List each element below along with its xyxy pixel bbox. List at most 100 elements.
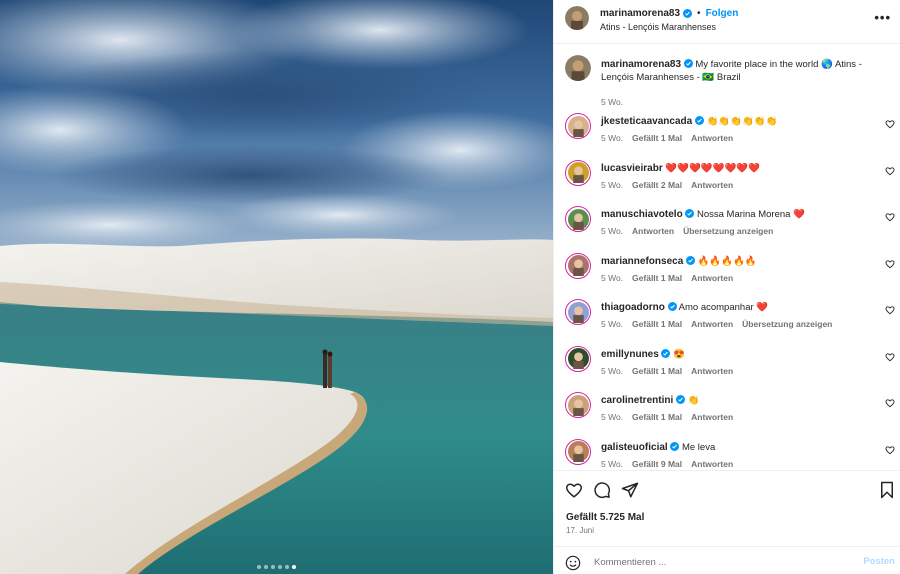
comment-username[interactable]: jkesteticaavancada bbox=[601, 116, 692, 127]
comment-like-count[interactable]: Gefällt 9 Mal bbox=[632, 459, 682, 469]
caption-meta: 5 Wo. bbox=[601, 97, 632, 107]
comment-icon[interactable] bbox=[593, 481, 611, 499]
comment-body: thiagoadorno Amo acompanhar ❤️ bbox=[601, 301, 876, 314]
comment-row: emillynunes 😍 5 Wo. Gefällt 1 Mal Antworten bbox=[554, 345, 900, 392]
reply-button[interactable]: Antworten bbox=[691, 273, 733, 283]
caption-avatar[interactable] bbox=[565, 55, 591, 81]
comment-body: lucasvieirabr ❤️❤️❤️❤️❤️❤️❤️❤️ bbox=[601, 162, 876, 175]
comment-text: ❤️❤️❤️❤️❤️❤️❤️❤️ bbox=[665, 162, 760, 174]
comment-time: 5 Wo. bbox=[601, 319, 624, 329]
comment-body: jkesteticaavancada 👏👏👏👏👏👏 bbox=[601, 115, 876, 128]
commenter-avatar[interactable] bbox=[565, 159, 591, 186]
comment-heart-icon[interactable] bbox=[885, 445, 895, 455]
share-icon[interactable] bbox=[621, 481, 639, 499]
comment-time: 5 Wo. bbox=[601, 179, 624, 190]
comment-like-count[interactable]: Gefällt 1 Mal bbox=[632, 366, 682, 376]
comment-meta: 5 Wo. Gefällt 1 Mal Antworten bbox=[601, 412, 742, 422]
translate-button[interactable]: Übersetzung anzeigen bbox=[742, 319, 832, 329]
bookmark-icon[interactable] bbox=[878, 481, 896, 499]
comments-list[interactable]: marinamorena83 My favorite place in the … bbox=[554, 45, 900, 470]
comment-meta: 5 Wo. Gefällt 9 Mal Antworten bbox=[601, 459, 742, 469]
comment-username[interactable]: galisteuoficial bbox=[601, 442, 668, 453]
emoji-icon[interactable] bbox=[565, 555, 581, 571]
reply-button[interactable]: Antworten bbox=[691, 319, 733, 329]
reply-button[interactable]: Antworten bbox=[691, 366, 733, 376]
comment-input[interactable] bbox=[594, 555, 834, 569]
caption-username[interactable]: marinamorena83 bbox=[601, 59, 681, 70]
comment-like-count[interactable]: Gefällt 2 Mal bbox=[632, 180, 682, 190]
comment-row: manuschiavotelo Nossa Marina Morena ❤️ 5 … bbox=[554, 206, 900, 252]
separator: • bbox=[697, 8, 701, 19]
comment-like-count[interactable]: Gefällt 1 Mal bbox=[632, 412, 682, 422]
comment-like-count[interactable]: Gefällt 1 Mal bbox=[632, 133, 682, 143]
reply-button[interactable]: Antworten bbox=[632, 226, 674, 236]
comment-username[interactable]: emillynunes bbox=[601, 349, 659, 360]
post-location[interactable]: Atins - Lençóis Maranhenses bbox=[600, 22, 716, 32]
translate-button[interactable]: Übersetzung anzeigen bbox=[683, 226, 773, 236]
author-line: marinamorena83 • Folgen bbox=[600, 8, 738, 19]
comment-time: 5 Wo. bbox=[601, 133, 624, 143]
comment-heart-icon[interactable] bbox=[885, 305, 895, 315]
post-actions: Gefällt 5.725 Mal 17. Juni Posten bbox=[554, 470, 900, 574]
like-count[interactable]: Gefällt 5.725 Mal bbox=[566, 512, 644, 523]
comment-like-count[interactable]: Gefällt 1 Mal bbox=[632, 273, 682, 283]
reply-button[interactable]: Antworten bbox=[691, 180, 733, 190]
commenter-avatar[interactable] bbox=[565, 392, 591, 418]
verified-icon bbox=[670, 441, 680, 451]
comment-username[interactable]: lucasvieirabr bbox=[601, 163, 663, 174]
more-icon[interactable]: ••• bbox=[874, 10, 891, 25]
verified-icon bbox=[683, 9, 693, 18]
carousel-dot bbox=[278, 565, 282, 569]
verified-icon bbox=[667, 302, 677, 311]
verified-icon bbox=[694, 116, 704, 125]
carousel-dot bbox=[264, 565, 268, 569]
comment-body: galisteuoficial Me leva bbox=[601, 441, 876, 454]
comment-row: carolinetrentini 👏 5 Wo. Gefällt 1 Mal Antw… bbox=[554, 392, 900, 438]
comment-heart-icon[interactable] bbox=[885, 259, 895, 269]
comment-text: 👏👏👏👏👏👏 bbox=[706, 116, 778, 127]
comment-heart-icon[interactable] bbox=[885, 352, 895, 362]
commenter-avatar[interactable] bbox=[565, 252, 591, 279]
reply-button[interactable]: Antworten bbox=[691, 412, 733, 422]
comment-meta: 5 Wo. Antworten Übersetzung anzeigen bbox=[601, 226, 782, 236]
comment-heart-icon[interactable] bbox=[885, 212, 895, 222]
carousel-dot bbox=[257, 565, 261, 569]
commenter-avatar[interactable] bbox=[565, 113, 591, 139]
comment-row: lucasvieirabr ❤️❤️❤️❤️❤️❤️❤️❤️ 5 Wo. Gefäl… bbox=[554, 159, 900, 206]
comment-row: thiagoadorno Amo acompanhar ❤️ 5 Wo. Gefäl… bbox=[554, 299, 900, 345]
comment-heart-icon[interactable] bbox=[885, 119, 895, 129]
comment-time: 5 Wo. bbox=[601, 226, 624, 236]
comment-time: 5 Wo. bbox=[601, 272, 624, 283]
comment-meta: 5 Wo. Gefällt 1 Mal Antworten bbox=[601, 366, 742, 376]
caption-time: 5 Wo. bbox=[601, 97, 624, 107]
author-avatar[interactable] bbox=[565, 6, 589, 30]
post-date: 17. Juni bbox=[566, 526, 595, 535]
comment-meta: 5 Wo. Gefällt 1 Mal Antworten bbox=[601, 133, 742, 143]
post-comment-button[interactable]: Posten bbox=[863, 556, 895, 567]
comment-username[interactable]: mariannefonseca bbox=[601, 256, 683, 267]
comment-username[interactable]: carolinetrentini bbox=[601, 395, 673, 406]
comment-text: 🔥🔥🔥🔥🔥 bbox=[697, 255, 757, 267]
comment-like-count[interactable]: Gefällt 1 Mal bbox=[632, 319, 682, 329]
comment-text: Amo acompanhar ❤️ bbox=[678, 302, 769, 313]
reply-button[interactable]: Antworten bbox=[691, 459, 733, 469]
commenter-avatar[interactable] bbox=[565, 345, 591, 372]
heart-icon[interactable] bbox=[565, 481, 583, 499]
comment-heart-icon[interactable] bbox=[885, 398, 895, 408]
comment-row: galisteuoficial Me leva 5 Wo. Gefällt 9 Ma… bbox=[554, 438, 900, 471]
carousel-indicator bbox=[0, 565, 553, 569]
commenter-avatar[interactable] bbox=[565, 206, 591, 232]
comment-username[interactable]: manuschiavotelo bbox=[601, 209, 683, 220]
comment-body: manuschiavotelo Nossa Marina Morena ❤️ bbox=[601, 208, 876, 221]
post-side-panel: marinamorena83 • Folgen Atins - Lençóis … bbox=[553, 0, 900, 574]
comment-username[interactable]: thiagoadorno bbox=[601, 302, 665, 313]
comment-time: 5 Wo. bbox=[601, 412, 624, 422]
comment-heart-icon[interactable] bbox=[885, 166, 895, 176]
commenter-avatar[interactable] bbox=[565, 299, 591, 325]
reply-button[interactable]: Antworten bbox=[691, 133, 733, 143]
carousel-dot bbox=[271, 565, 275, 569]
author-username[interactable]: marinamorena83 bbox=[600, 8, 680, 19]
post-photo[interactable] bbox=[0, 0, 553, 574]
follow-button[interactable]: Folgen bbox=[706, 8, 739, 19]
commenter-avatar[interactable] bbox=[565, 438, 591, 465]
